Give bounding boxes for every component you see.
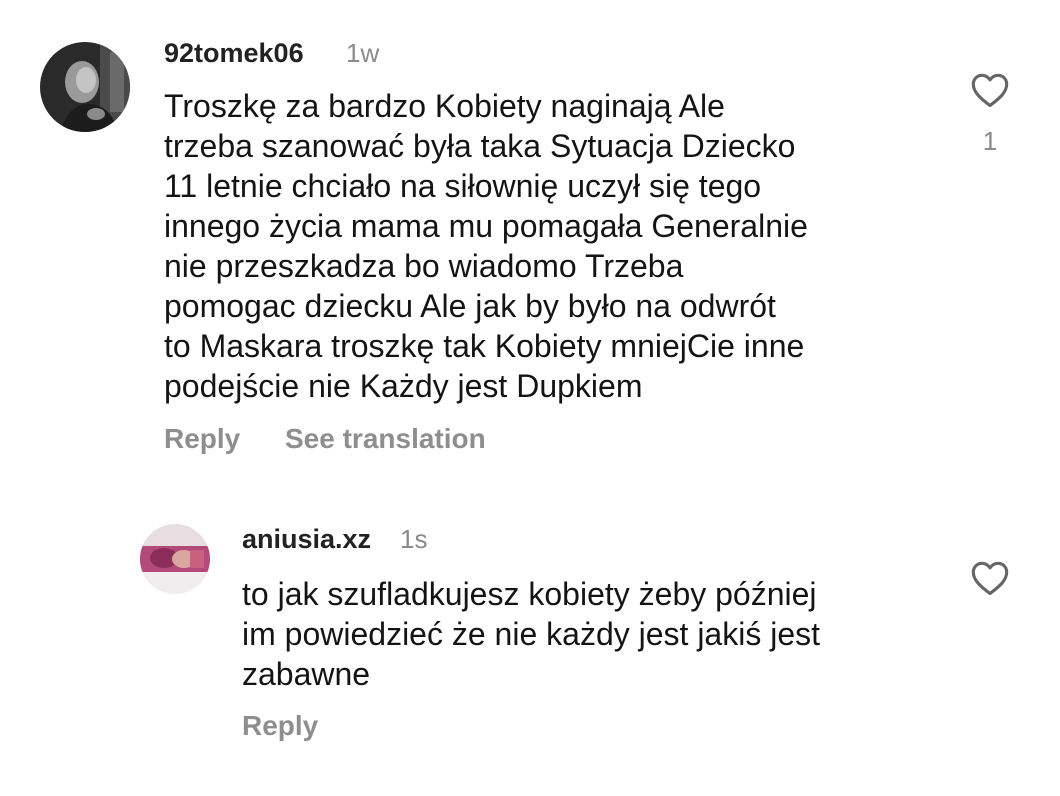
heart-outline-icon xyxy=(971,73,1009,108)
comment-username[interactable]: aniusia.xz xyxy=(242,524,371,555)
reply-button[interactable]: Reply xyxy=(164,423,240,455)
comment-text: Troszkę za bardzo Kobiety naginają Ale t… xyxy=(164,88,808,404)
user-photo-avatar xyxy=(140,524,210,594)
user-photo-avatar xyxy=(40,42,130,132)
comment: 92tomek06 1w Troszkę za bardzo Kobiety n… xyxy=(0,0,1060,480)
like-button[interactable] xyxy=(970,560,1010,596)
comment-timestamp: 1w xyxy=(346,38,380,68)
comment-text: to jak szufladkujesz kobiety żeby późnie… xyxy=(242,576,821,692)
heart-outline-icon xyxy=(971,561,1009,596)
avatar[interactable] xyxy=(40,42,130,132)
comment-username[interactable]: 92tomek06 xyxy=(164,38,304,69)
like-count: 1 xyxy=(982,126,998,156)
see-translation-button[interactable]: See translation xyxy=(285,423,486,455)
like-button[interactable] xyxy=(970,72,1010,108)
avatar[interactable] xyxy=(140,524,210,594)
reply-button[interactable]: Reply xyxy=(242,710,318,742)
reply-comment: aniusia.xz 1s to jak szufladkujesz kobie… xyxy=(0,480,1060,796)
comment-timestamp: 1s xyxy=(400,524,428,554)
